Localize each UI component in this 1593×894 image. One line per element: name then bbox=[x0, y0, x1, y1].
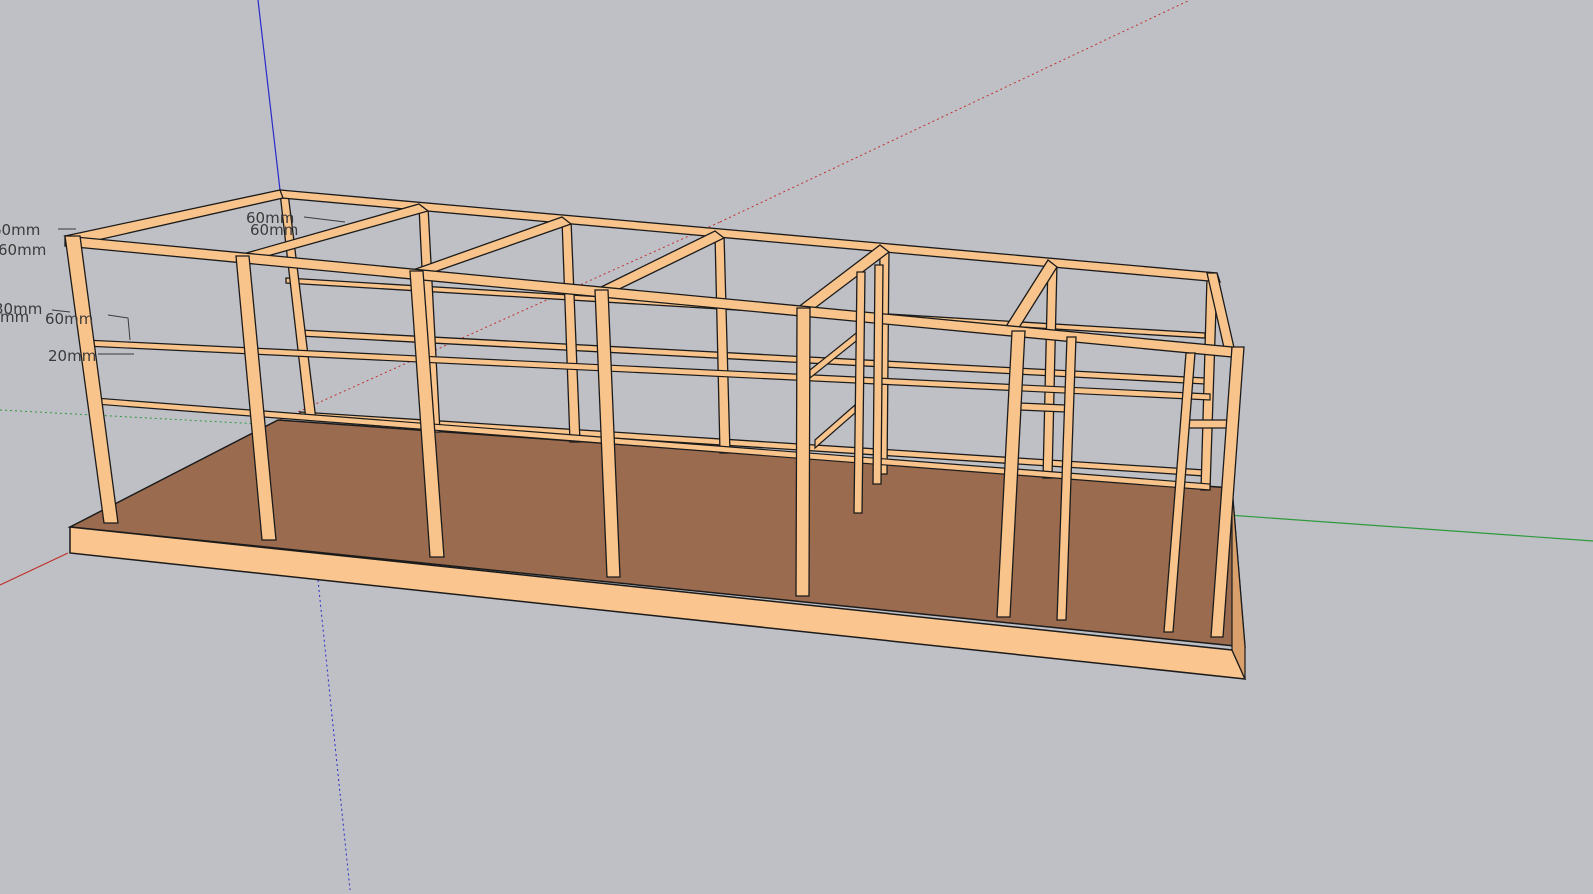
dimension-label: 60mm bbox=[0, 241, 46, 259]
dimension-label: 20mm bbox=[48, 347, 96, 365]
front-post-5 bbox=[795, 307, 811, 597]
side-diag-brace-1 bbox=[809, 328, 861, 380]
red-axis-dotted bbox=[719, 0, 1191, 223]
back-post-3 bbox=[561, 219, 581, 443]
red-axis-solid bbox=[0, 552, 69, 586]
red-axis-dotted-near bbox=[279, 221, 721, 421]
front-post-1 bbox=[64, 235, 119, 524]
back-post-6 bbox=[1042, 262, 1058, 479]
blue-axis-solid bbox=[257, 0, 281, 191]
roof-rafter-3 bbox=[593, 230, 726, 297]
green-axis-solid bbox=[1227, 514, 1593, 542]
blue-axis-dotted bbox=[317, 579, 351, 891]
back-post-4 bbox=[714, 233, 731, 454]
interior-post-2 bbox=[872, 264, 884, 485]
dimension-label: 60mm bbox=[45, 310, 93, 328]
dimension-label: 60mm bbox=[250, 221, 298, 239]
window-rail bbox=[1187, 419, 1233, 429]
dimension-label: mm bbox=[0, 308, 29, 326]
3d-scene[interactable]: 60mm 60mm 60mm 60mm 30mm mm 60mm 20mm bbox=[0, 0, 1593, 891]
door-header-rail bbox=[1019, 402, 1066, 413]
roof-rafter-2 bbox=[408, 216, 573, 278]
dimension-label: 60mm bbox=[0, 221, 40, 239]
modeling-viewport[interactable]: 60mm 60mm 60mm 60mm 30mm mm 60mm 20mm bbox=[0, 0, 1593, 891]
side-diag-brace-2 bbox=[814, 403, 856, 450]
